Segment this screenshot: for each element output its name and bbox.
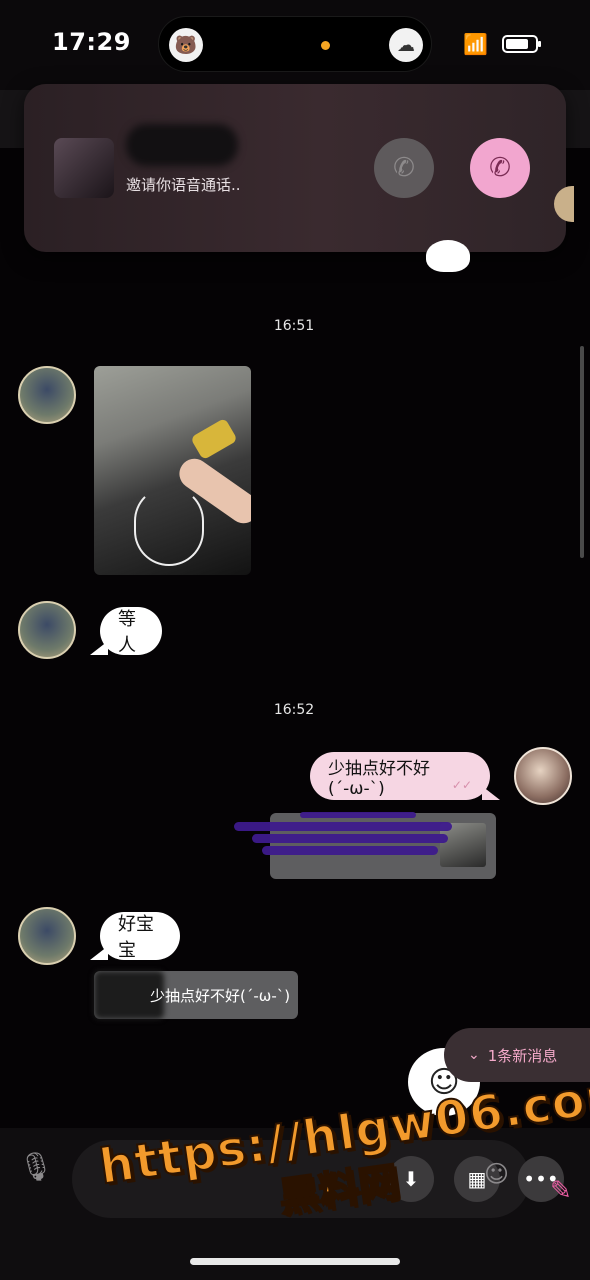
status-time: 17:29 <box>52 28 131 56</box>
read-check-icon: ✓✓ <box>451 778 472 792</box>
redaction-scribble <box>234 822 452 831</box>
bear-app-icon: 🐻 <box>169 28 203 62</box>
microphone-icon[interactable]: 🎙 <box>18 1144 54 1188</box>
message-bubble[interactable]: 好宝宝 <box>90 912 180 961</box>
scrollbar[interactable] <box>580 346 584 558</box>
my-avatar[interactable] <box>514 747 572 805</box>
battery-icon <box>502 35 541 53</box>
contact-avatar[interactable] <box>18 366 76 424</box>
wifi-icon: 📶 <box>463 32 488 56</box>
answer-call-button[interactable]: ✆ <box>470 138 530 198</box>
dynamic-island: 🐻 ☁ <box>158 16 432 72</box>
chevron-down-icon: ⌄ <box>468 1047 480 1063</box>
my-message-bubble[interactable]: 少抽点好不好(´-ω-`) ✓✓ <box>310 752 500 800</box>
redaction-scribble <box>300 812 416 818</box>
decline-call-button[interactable]: ✆ <box>374 138 434 198</box>
download-icon: ⬇ <box>402 1167 420 1191</box>
new-messages-label: 1条新消息 <box>487 1046 558 1065</box>
my-message-text: 少抽点好不好(´-ω-`) <box>328 758 430 799</box>
quoted-reply[interactable]: 少抽点好不好(´-ω-`) <box>94 971 298 1019</box>
call-invite-text: 邀请你语音通话.. <box>126 176 241 194</box>
timestamp: 16:51 <box>273 318 315 334</box>
recording-dot-icon <box>321 41 330 50</box>
emoji-icon[interactable]: ☺ <box>484 1160 509 1188</box>
incoming-call-banner[interactable]: 邀请你语音通话.. ✆ ✆ <box>24 84 566 252</box>
timestamp: 16:52 <box>273 702 315 718</box>
contact-avatar[interactable] <box>18 601 76 659</box>
phone-icon: ✆ <box>393 153 415 183</box>
redaction-scribble <box>252 834 448 843</box>
quoted-text: 少抽点好不好(´-ω-`) <box>150 986 291 1005</box>
sticker-image[interactable] <box>426 240 470 272</box>
pen-icon[interactable]: ✎ <box>550 1176 572 1206</box>
sticker-app-icon: ☁ <box>389 28 423 62</box>
status-bar: 17:29 🐻 ☁ 📶 <box>0 0 590 90</box>
contact-avatar[interactable] <box>18 907 76 965</box>
redaction-scribble <box>262 846 438 855</box>
caller-avatar <box>54 138 114 198</box>
home-indicator[interactable] <box>190 1258 400 1265</box>
photo-message[interactable] <box>94 366 251 575</box>
phone-icon: ✆ <box>489 153 511 183</box>
caller-name-redacted <box>126 124 238 166</box>
message-bubble[interactable]: 等人 <box>90 607 162 656</box>
